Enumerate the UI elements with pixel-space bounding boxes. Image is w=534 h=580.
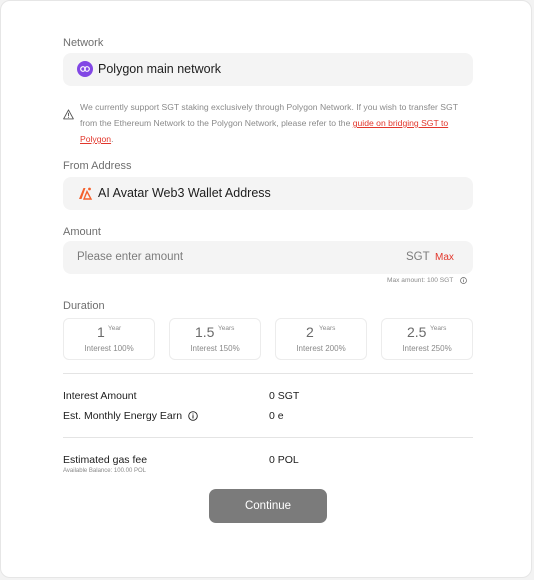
from-address-value: AI Avatar Web3 Wallet Address xyxy=(98,186,271,200)
gas-fee-value: 0 POL xyxy=(269,454,299,466)
info-icon[interactable] xyxy=(188,411,198,421)
duration-option-1[interactable]: 1 Year Interest 100% xyxy=(63,318,155,360)
duration-unit: Years xyxy=(319,325,336,332)
gas-fee-label: Estimated gas fee xyxy=(63,454,148,466)
notice-suffix: . xyxy=(111,134,114,144)
duration-unit: Years xyxy=(430,325,447,332)
energy-earn-label: Est. Monthly Energy Earn xyxy=(63,410,183,422)
from-address-select[interactable]: AI Avatar Web3 Wallet Address xyxy=(63,177,473,210)
interest-amount-label: Interest Amount xyxy=(63,390,137,402)
info-icon[interactable] xyxy=(460,277,467,284)
ai-avatar-logo-icon xyxy=(79,187,93,200)
network-select[interactable]: Polygon main network xyxy=(63,53,473,86)
duration-label: Duration xyxy=(63,300,105,312)
duration-interest: Interest 100% xyxy=(84,344,134,353)
network-label: Network xyxy=(63,37,104,49)
polygon-logo-icon xyxy=(77,61,93,77)
amount-unit: SGT xyxy=(406,251,430,263)
duration-option-1-5[interactable]: 1.5 Years Interest 150% xyxy=(169,318,261,360)
staking-form-card: Network Polygon main network We currentl… xyxy=(0,0,532,578)
duration-value: 2 xyxy=(306,324,314,340)
max-amount-hint: Max amount: 100 SGT xyxy=(387,277,454,284)
from-address-label: From Address xyxy=(63,160,132,172)
duration-interest: Interest 150% xyxy=(190,344,240,353)
available-balance: Available Balance: 100.00 POL xyxy=(63,468,146,474)
duration-unit: Years xyxy=(218,325,235,332)
interest-amount-value: 0 SGT xyxy=(269,390,300,402)
duration-interest: Interest 250% xyxy=(402,344,452,353)
duration-interest: Interest 200% xyxy=(296,344,346,353)
network-value: Polygon main network xyxy=(98,62,221,76)
energy-earn-value: 0 e xyxy=(269,410,284,422)
max-button[interactable]: Max xyxy=(435,252,454,263)
duration-unit: Year xyxy=(108,325,122,332)
divider xyxy=(63,373,473,374)
continue-button[interactable]: Continue xyxy=(209,489,327,523)
amount-label: Amount xyxy=(63,226,101,238)
notice-text: We currently support SGT staking exclusi… xyxy=(80,99,474,147)
duration-value: 1 xyxy=(97,324,105,340)
duration-option-2[interactable]: 2 Years Interest 200% xyxy=(275,318,367,360)
warning-icon xyxy=(63,109,74,120)
duration-value: 2.5 xyxy=(407,324,427,340)
amount-input[interactable]: Please enter amount SGT Max xyxy=(63,241,473,274)
divider xyxy=(63,437,473,438)
duration-value: 1.5 xyxy=(195,324,215,340)
amount-placeholder: Please enter amount xyxy=(77,251,184,263)
duration-option-2-5[interactable]: 2.5 Years Interest 250% xyxy=(381,318,473,360)
